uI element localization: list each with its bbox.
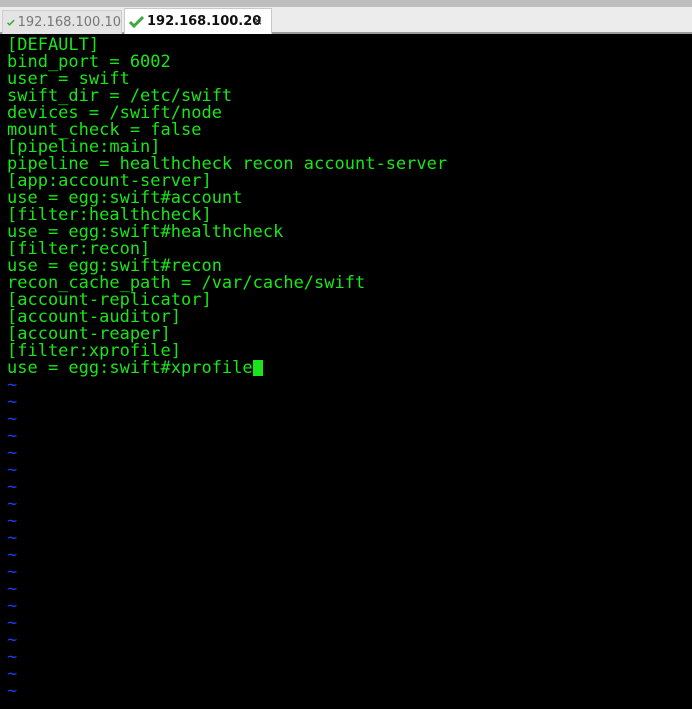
empty-line-marker: ~ bbox=[7, 375, 18, 395]
tab-label: 192.168.100.10 bbox=[17, 15, 121, 30]
editor-line: use = egg:swift#xprofile bbox=[7, 360, 692, 377]
close-icon[interactable]: × bbox=[252, 14, 263, 29]
tab-label: 192.168.100.20 bbox=[147, 14, 262, 29]
empty-line-marker: ~ bbox=[7, 579, 18, 599]
check-icon bbox=[129, 15, 144, 28]
empty-line-marker: ~ bbox=[7, 545, 18, 565]
empty-line-marker: ~ bbox=[7, 426, 18, 446]
tab-192-168-100-20[interactable]: 192.168.100.20 × bbox=[124, 8, 272, 34]
terminal[interactable]: [DEFAULT] bind_port = 6002 user = swift swi… bbox=[0, 34, 692, 709]
check-icon bbox=[7, 19, 15, 26]
tab-192-168-100-10[interactable]: 192.168.100.10 bbox=[2, 10, 122, 34]
empty-line-marker: ~ bbox=[7, 443, 18, 463]
tab-bar: 192.168.100.10 192.168.100.20 × bbox=[0, 7, 692, 34]
empty-line-marker: ~ bbox=[7, 511, 18, 531]
empty-line-marker: ~ bbox=[7, 596, 18, 616]
empty-line-marker: ~ bbox=[7, 562, 18, 582]
empty-line-marker: ~ bbox=[7, 664, 18, 684]
empty-line-marker: ~ bbox=[7, 528, 18, 548]
empty-line-marker: ~ bbox=[7, 494, 18, 514]
text-cursor bbox=[252, 360, 263, 376]
empty-line-marker: ~ bbox=[7, 392, 18, 412]
empty-line-marker: ~ bbox=[7, 477, 18, 497]
empty-line-marker: ~ bbox=[7, 630, 18, 650]
window-top-strip bbox=[0, 0, 692, 7]
empty-line-marker: ~ bbox=[7, 681, 18, 701]
empty-line-marker: ~ bbox=[7, 613, 18, 633]
empty-line-marker: ~ bbox=[7, 460, 18, 480]
empty-line-marker: ~ bbox=[7, 409, 18, 429]
empty-line-marker: ~ bbox=[7, 647, 18, 667]
